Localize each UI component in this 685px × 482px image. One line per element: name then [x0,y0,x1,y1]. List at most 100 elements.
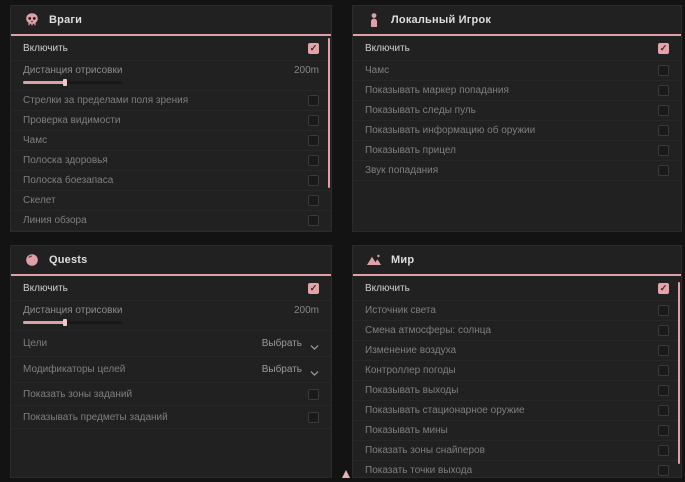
option-checkbox[interactable]: ✓ [658,145,669,156]
row-option: Показывать следы пуль ✓ [353,101,681,121]
slider-fill [23,81,65,84]
row-option: Показывать мины ✓ [353,421,681,441]
option-label: Полоска боезапаса [23,175,113,186]
chevron-down-icon [310,339,319,348]
dropdown-label: Модификаторы целей [23,364,125,375]
option-checkbox[interactable]: ✓ [308,215,319,226]
option-checkbox[interactable]: ✓ [308,195,319,206]
option-checkbox[interactable]: ✓ [658,325,669,336]
row-enable: Включить ✓ [353,36,681,61]
option-checkbox[interactable]: ✓ [658,85,669,96]
option-label: Показать точки выхода [365,465,472,476]
option-label: Звук попадания [365,165,438,176]
distance-slider[interactable] [23,81,123,84]
enable-checkbox[interactable]: ✓ [658,43,669,54]
slider-value: 200m [294,305,319,316]
row-option: Контроллер погоды ✓ [353,361,681,381]
option-label: Показывать информацию об оружии [365,125,535,136]
option-label: Источник света [365,305,436,316]
option-checkbox[interactable]: ✓ [658,465,669,476]
option-checkbox[interactable]: ✓ [658,445,669,456]
panel-local-player-header: Локальный Игрок [353,6,681,36]
option-checkbox[interactable]: ✓ [658,365,669,376]
slider-label: Дистанция отрисовки [23,305,122,316]
panel-title: Локальный Игрок [391,14,491,26]
row-option: Показать зоны снайперов ✓ [353,441,681,461]
option-label: Скелет [23,195,56,206]
option-label: Показывать прицел [365,145,456,156]
option-checkbox[interactable]: ✓ [658,65,669,76]
option-checkbox[interactable]: ✓ [308,175,319,186]
option-checkbox[interactable]: ✓ [308,389,319,400]
row-option: Смена атмосферы: солнца ✓ [353,321,681,341]
check-icon: ✓ [310,44,318,53]
target-modifiers-dropdown[interactable]: Выбрать [262,364,319,375]
dropdown-value: Выбрать [262,364,302,375]
row-option: Показывать маркер попадания ✓ [353,81,681,101]
slider-label: Дистанция отрисовки [23,65,122,76]
row-option: Полоска здоровья ✓ [11,151,331,171]
enable-label: Включить [365,43,410,54]
panel-title: Враги [49,14,82,26]
option-checkbox[interactable]: ✓ [658,385,669,396]
option-label: Контроллер погоды [365,365,456,376]
option-label: Проверка видимости [23,115,121,126]
option-checkbox[interactable]: ✓ [658,405,669,416]
option-label: Показывать предметы заданий [23,412,168,423]
option-checkbox[interactable]: ✓ [658,425,669,436]
row-option: Показывать предметы заданий ✓ [11,406,331,429]
option-checkbox[interactable]: ✓ [658,305,669,316]
row-option: Скелет ✓ [11,191,331,211]
distance-slider[interactable] [23,321,123,324]
panel-world: Мир Включить ✓ Источник света ✓ Смена ат… [352,245,682,478]
slider-fill [23,321,65,324]
option-checkbox[interactable]: ✓ [308,115,319,126]
targets-dropdown[interactable]: Выбрать [262,338,319,349]
row-option: Источник света ✓ [353,301,681,321]
slider-handle[interactable] [63,319,67,326]
option-checkbox[interactable]: ✓ [308,95,319,106]
enable-checkbox[interactable]: ✓ [308,283,319,294]
option-checkbox[interactable]: ✓ [308,155,319,166]
option-checkbox[interactable]: ✓ [658,345,669,356]
mouse-cursor [342,470,350,478]
row-option: Чамс ✓ [11,131,331,151]
option-checkbox[interactable]: ✓ [658,125,669,136]
orb-icon [24,252,40,268]
slider-handle[interactable] [63,79,67,86]
enable-checkbox[interactable]: ✓ [658,283,669,294]
option-checkbox[interactable]: ✓ [658,165,669,176]
panel-local-player: Локальный Игрок Включить ✓ Чамс ✓ Показы… [352,5,682,232]
option-label: Смена атмосферы: солнца [365,325,491,336]
row-enable: Включить ✓ [353,276,681,301]
row-option: Показывать следы пуль ✓ [11,231,331,232]
row-option: Проверка видимости ✓ [11,111,331,131]
option-label: Показывать маркер попадания [365,85,509,96]
option-label: Показать зоны снайперов [365,445,485,456]
panel-enemies-header: Враги [11,6,331,36]
row-draw-distance: Дистанция отрисовки 200m [11,301,331,331]
overlay-root: Враги Включить ✓ Дистанция отрисовки 200… [0,0,685,482]
option-checkbox[interactable]: ✓ [308,135,319,146]
check-icon: ✓ [310,284,318,293]
row-option: Показывать прицел ✓ [353,141,681,161]
option-label: Линия обзора [23,215,87,226]
scrollbar[interactable] [678,282,680,464]
panel-quests-header: Quests [11,246,331,276]
row-option: Чамс ✓ [353,61,681,81]
person-icon [366,12,382,28]
enable-checkbox[interactable]: ✓ [308,43,319,54]
enable-label: Включить [23,283,68,294]
row-dropdown-target-modifiers: Модификаторы целей Выбрать [11,357,331,383]
scrollbar[interactable] [328,38,330,188]
check-icon: ✓ [660,284,668,293]
option-checkbox[interactable]: ✓ [308,412,319,423]
panel-title: Мир [391,254,414,266]
panel-quests: Quests Включить ✓ Дистанция отрисовки 20… [10,245,332,478]
skull-icon [24,12,40,28]
option-checkbox[interactable]: ✓ [658,105,669,116]
option-label: Показывать мины [365,425,448,436]
row-option: Изменение воздуха ✓ [353,341,681,361]
row-option: Звук попадания ✓ [353,161,681,181]
dropdown-label: Цели [23,338,47,349]
